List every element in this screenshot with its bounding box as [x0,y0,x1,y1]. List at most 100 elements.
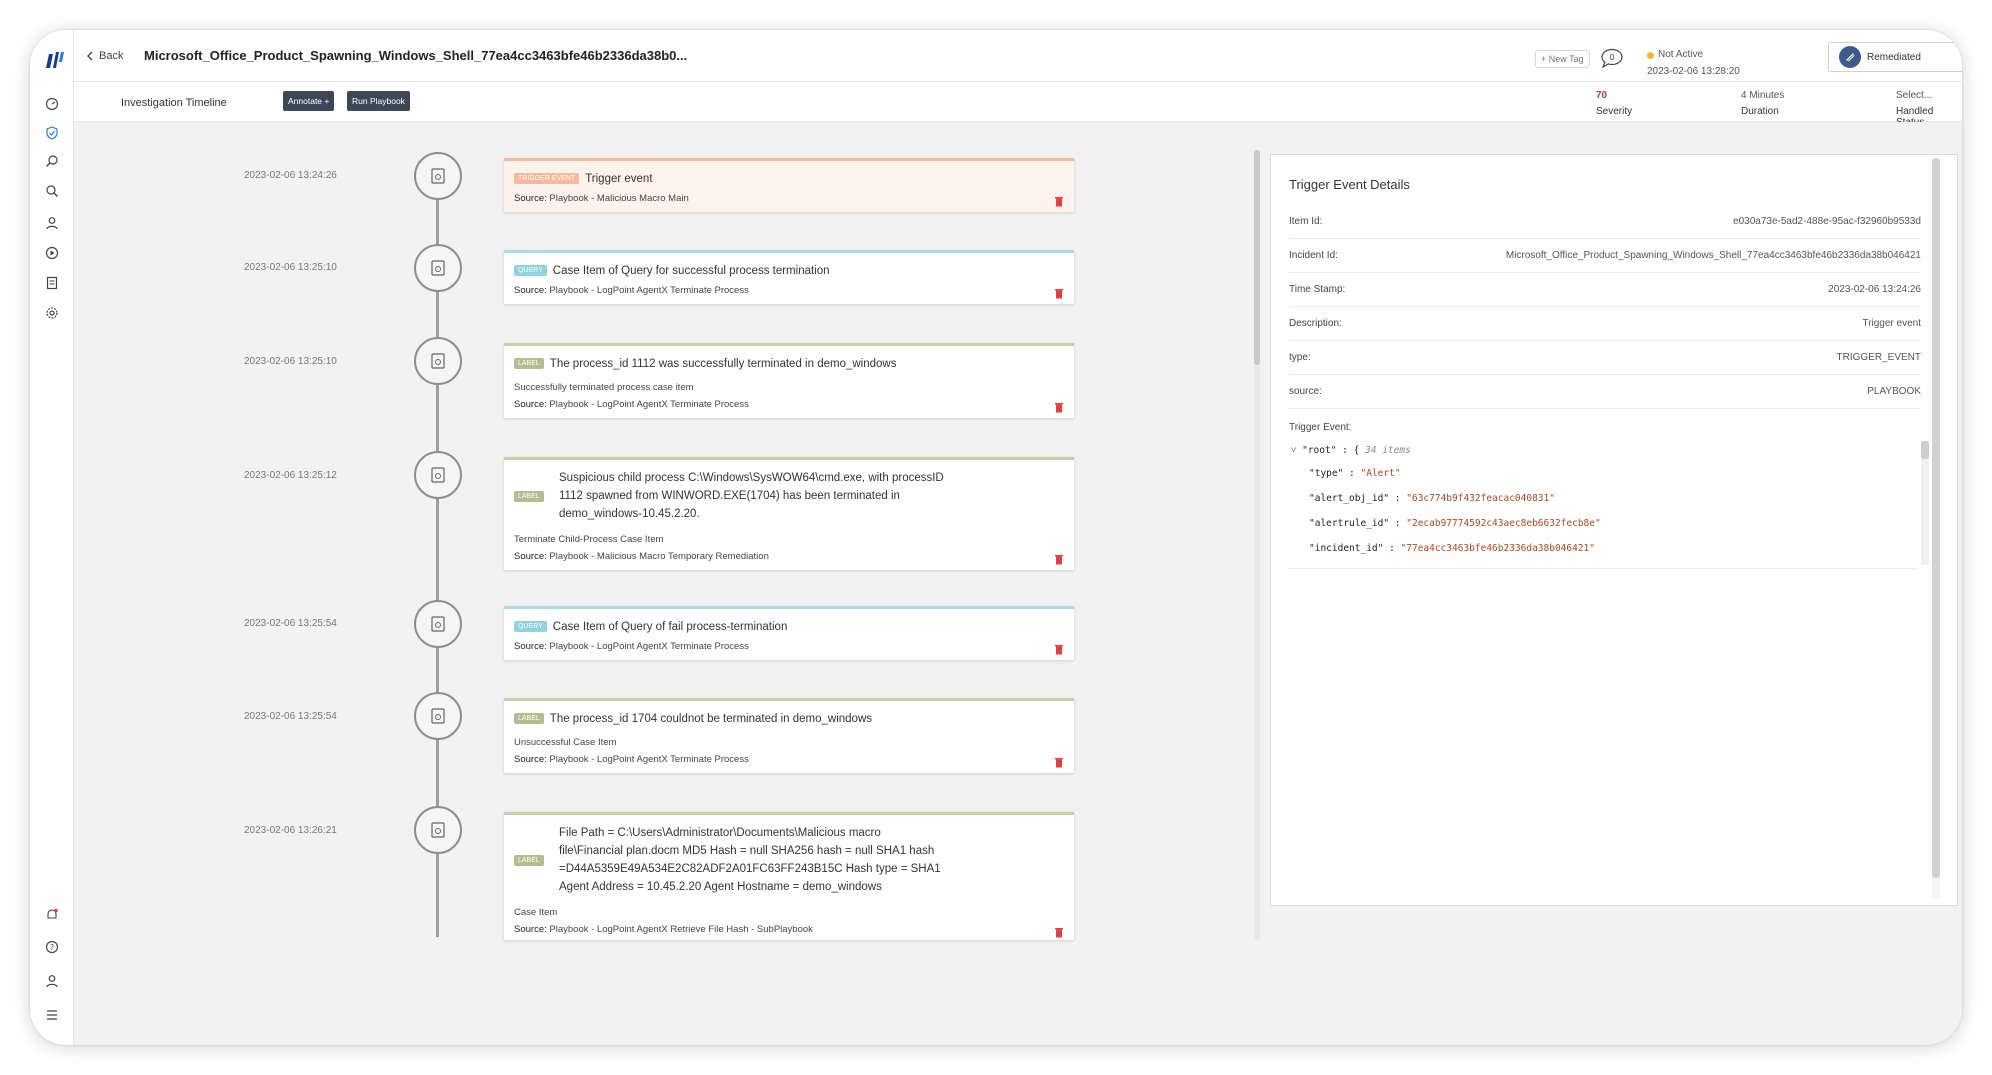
comment-icon[interactable]: 0 [1600,48,1624,69]
timeline-node [414,692,462,740]
duration-metric: 4 Minutes Duration [1741,90,1784,117]
json-key: "alert_obj_id" [1309,493,1390,504]
timeline-card[interactable]: LABEL The process_id 1704 couldnot be ter… [504,698,1074,773]
card-source: Source: Playbook - Malicious Macro Tempo… [514,551,769,562]
json-key: "root" [1302,445,1337,456]
timeline-timestamp: 2023-02-06 13:25:12 [244,470,337,481]
json-entry[interactable]: "alert_obj_id" : "63c774b9f432feacac0408… [1309,493,1555,504]
detail-value: Microsoft_Office_Product_Spawning_Window… [1505,250,1921,261]
notification-bell-icon[interactable] [43,906,61,924]
handled-status-value: Select... [1896,90,1933,101]
remediation-status-value: Remediated [1867,51,1921,63]
play-icon[interactable] [43,244,61,262]
help-icon[interactable]: ? [43,938,61,956]
svg-text:?: ? [50,943,54,952]
detail-value: TRIGGER_EVENT [1836,352,1921,363]
timeline-timestamp: 2023-02-06 13:26:21 [244,825,337,836]
event-doc-icon [431,616,445,632]
status-time: 2023-02-06 13:28:20 [1647,66,1740,77]
detail-label: Incident Id: [1289,250,1338,261]
trash-icon[interactable] [1054,553,1064,565]
detail-label: source: [1289,386,1322,397]
timeline-card[interactable]: LABEL Suspicious child process C:\Window… [504,457,1074,570]
card-badge: QUERY [514,265,547,277]
user-icon[interactable] [43,214,61,232]
details-scrollbar[interactable] [1932,158,1940,898]
json-value: "63c774b9f432feacac040831" [1406,493,1555,504]
json-value: "77ea4cc3463bfe46b2336da38b046421" [1400,543,1595,554]
json-value: "Alert" [1360,468,1401,479]
trigger-event-label: Trigger Event: [1289,422,1352,433]
chevron-left-icon [87,51,93,61]
trash-icon[interactable] [1054,287,1064,299]
timeline-timestamp: 2023-02-06 13:25:10 [244,262,337,273]
card-badge: LABEL [514,713,544,725]
card-subtitle: Case Item [514,907,558,918]
severity-value: 70 [1596,90,1608,101]
timeline-timestamp: 2023-02-06 13:25:54 [244,618,337,629]
severity-metric: 70 Severity [1596,90,1632,117]
trash-icon[interactable] [1054,195,1064,207]
run-playbook-button[interactable]: Run Playbook [347,91,410,111]
json-key: "type" [1309,468,1344,479]
detail-label: Time Stamp: [1289,284,1346,295]
timeline-node [414,244,462,292]
investigation-content: 2023-02-06 13:24:26 TRIGGER EVENT Trigger… [74,122,1962,1045]
logpoint-logo-icon[interactable] [44,50,66,70]
timeline-card[interactable]: QUERY Case Item of Query of fail process-… [504,606,1074,660]
timeline-card[interactable]: QUERY Case Item of Query for successful p… [504,250,1074,304]
json-key: "alertrule_id" [1309,518,1390,529]
card-subtitle: Successfully terminated process case ite… [514,382,694,393]
trash-icon[interactable] [1054,643,1064,655]
detail-value: e030a73e-5ad2-488e-95ac-f32960b9533d [1733,216,1921,227]
event-doc-icon [431,708,445,724]
timeline-node [414,451,462,499]
card-source: Source: Playbook - LogPoint AgentX Retri… [514,924,813,935]
json-viewer[interactable]: ˅ "root" : { 34 items "type" : "Alert" "… [1289,437,1929,569]
back-button[interactable]: Back [86,50,123,62]
comment-count: 0 [1609,53,1614,62]
timeline-node [414,806,462,854]
report-icon[interactable] [43,274,61,292]
search-icon[interactable] [43,182,61,200]
card-title: The process_id 1112 was successfully ter… [549,357,897,370]
annotate-button[interactable]: Annotate + [283,91,335,111]
duration-value: 4 Minutes [1741,90,1785,101]
trash-icon[interactable] [1054,756,1064,768]
collapse-caret-icon[interactable]: ˅ [1291,445,1296,456]
timeline-scrollbar[interactable] [1254,150,1260,940]
json-scrollbar[interactable] [1921,441,1929,565]
top-header: Back Microsoft_Office_Product_Spawning_W… [74,30,1962,82]
event-doc-icon [431,260,445,276]
json-entry[interactable]: "incident_id" : "77ea4cc3463bfe46b2336da… [1309,543,1595,554]
profile-icon[interactable] [43,972,61,990]
trash-icon[interactable] [1054,926,1064,938]
tab-investigation-timeline[interactable]: Investigation Timeline [121,97,227,109]
timeline-card[interactable]: TRIGGER EVENT Trigger event Source: Playb… [504,158,1074,212]
card-badge: LABEL [514,491,544,502]
detail-value: Trigger event [1862,318,1921,329]
card-badge: LABEL [514,855,544,866]
dashboard-icon[interactable] [43,95,61,113]
shield-icon[interactable] [43,124,61,142]
remediation-status-select[interactable]: Remediated [1828,42,1962,72]
timeline-card[interactable]: LABEL The process_id 1112 was successfull… [504,343,1074,418]
timeline-timestamp: 2023-02-06 13:25:54 [244,711,337,722]
detail-row-description: Description: Trigger event [1289,307,1921,341]
hunt-icon[interactable] [43,152,61,170]
json-root-row[interactable]: ˅ "root" : { 34 items [1291,445,1411,456]
timeline-card[interactable]: LABEL File Path = C:\Users\Administrator… [504,812,1074,940]
json-item-count: 34 items [1365,445,1411,456]
left-sidebar: ? [30,30,74,1045]
menu-icon[interactable] [43,1006,61,1024]
settings-icon[interactable] [43,304,61,322]
detail-value: 2023-02-06 13:24:26 [1828,284,1921,295]
json-entry[interactable]: "alertrule_id" : "2ecab97774592c43aec8eb… [1309,518,1601,529]
json-entry[interactable]: "type" : "Alert" [1309,468,1401,479]
detail-label: Item Id: [1289,216,1323,227]
trash-icon[interactable] [1054,401,1064,413]
new-tag-button[interactable]: + New Tag [1535,50,1590,68]
event-doc-icon [431,467,445,483]
detail-row-type: type: TRIGGER_EVENT [1289,341,1921,375]
card-title: File Path = C:\Users\Administrator\Docum… [559,827,941,893]
